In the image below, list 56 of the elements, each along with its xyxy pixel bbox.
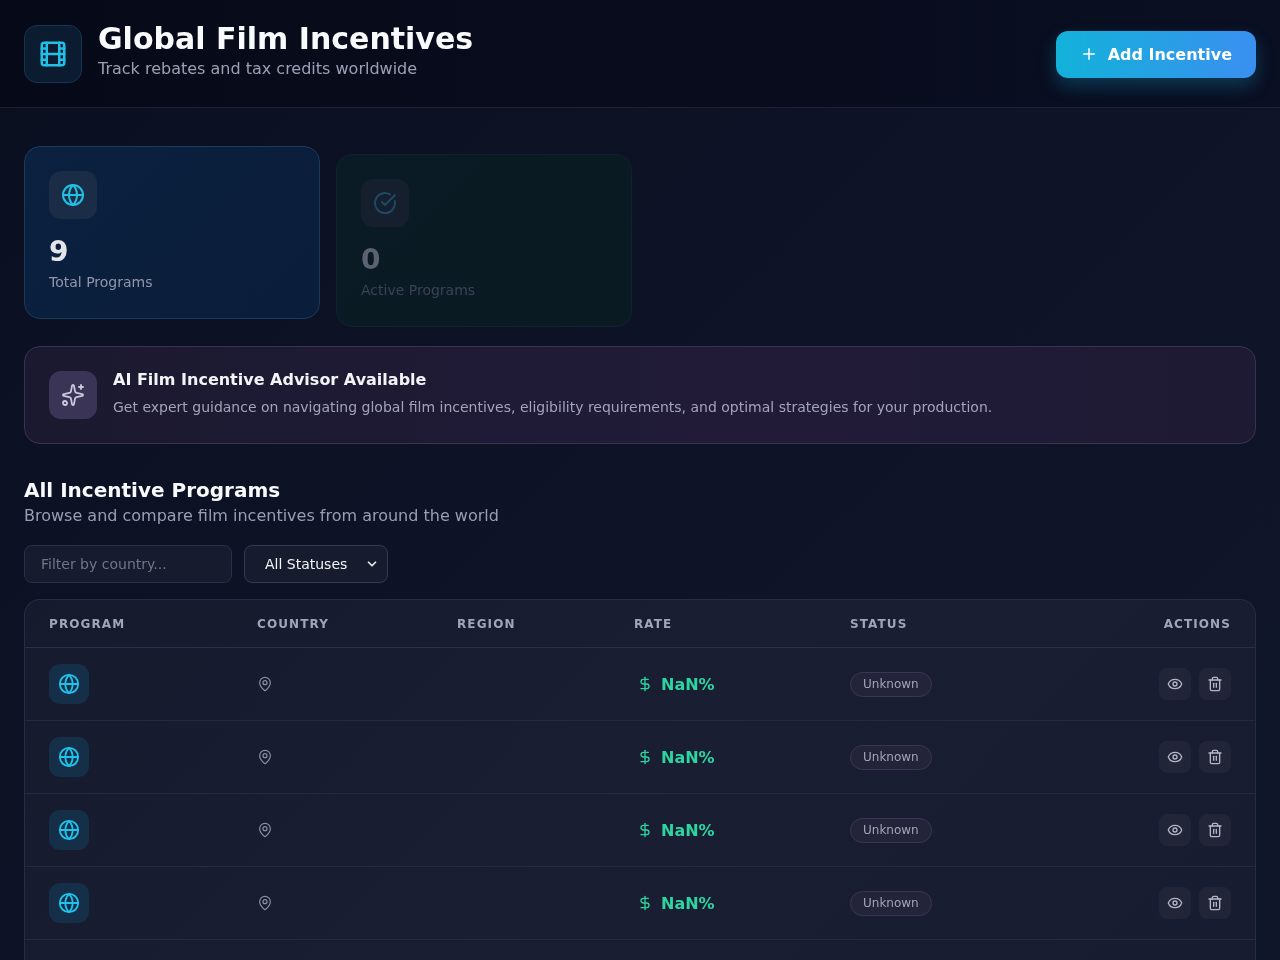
eye-icon	[1167, 895, 1183, 911]
rate-value: NaN%	[661, 820, 715, 840]
dollar-icon	[637, 895, 653, 911]
delete-button[interactable]	[1199, 741, 1231, 773]
country-filter-field[interactable]: Filter by country...	[24, 545, 232, 583]
dollar-icon	[637, 822, 653, 838]
column-header: RATE	[634, 616, 674, 631]
status-pill: Unknown	[850, 671, 932, 697]
globe-icon	[49, 810, 89, 850]
view-button[interactable]	[1159, 741, 1191, 773]
dollar-icon	[637, 676, 653, 692]
delete-button[interactable]	[1199, 887, 1231, 919]
column-header: STATUS	[850, 616, 909, 631]
status-select[interactable]: All Statuses	[244, 545, 389, 583]
map-pin-icon	[257, 895, 273, 911]
column-header: COUNTRY	[257, 616, 330, 631]
stat-value: 9	[49, 235, 70, 269]
stat-label: Total Programs	[49, 273, 154, 292]
film-icon	[24, 25, 82, 83]
banner-text: Get expert guidance on navigating global film incentives, eligibility requirements, and optimal strategies for your production.	[113, 398, 993, 416]
app-subtitle: Track rebates and tax credits worldwide	[98, 58, 419, 80]
globe-icon	[49, 737, 89, 777]
sparkles-icon	[49, 371, 97, 419]
delete-button[interactable]	[1199, 668, 1231, 700]
delete-button[interactable]	[1199, 814, 1231, 846]
globe-icon	[49, 664, 89, 704]
trash-icon	[1207, 822, 1223, 838]
map-pin-icon	[257, 676, 273, 692]
rate-value: NaN%	[661, 893, 715, 913]
trash-icon	[1207, 676, 1223, 692]
column-header: REGION	[457, 616, 517, 631]
map-pin-icon	[257, 749, 273, 765]
column-header: PROGRAM	[49, 616, 127, 631]
eye-icon	[1167, 749, 1183, 765]
dollar-icon	[637, 749, 653, 765]
banner-title: AI Film Incentive Advisor Available	[113, 370, 428, 390]
rate-value: NaN%	[661, 747, 715, 767]
status-pill: Unknown	[850, 744, 932, 770]
section-title: All Incentive Programs	[24, 477, 282, 504]
view-button[interactable]	[1159, 668, 1191, 700]
globe-icon	[49, 883, 89, 923]
globe-icon	[49, 171, 97, 219]
eye-icon	[1167, 676, 1183, 692]
view-button[interactable]	[1159, 814, 1191, 846]
status-pill: Unknown	[850, 890, 932, 916]
app-title: Global Film Incentives	[98, 22, 474, 56]
trash-icon	[1207, 895, 1223, 911]
map-pin-icon	[257, 822, 273, 838]
column-header: ACTIONS	[1162, 616, 1231, 631]
stat-value: 0	[361, 243, 382, 277]
rate-value: NaN%	[661, 674, 715, 694]
status-pill: Unknown	[850, 817, 932, 843]
trash-icon	[1207, 749, 1223, 765]
eye-icon	[1167, 822, 1183, 838]
section-subtitle: Browse and compare film incentives from around the world	[24, 505, 500, 527]
view-button[interactable]	[1159, 887, 1191, 919]
